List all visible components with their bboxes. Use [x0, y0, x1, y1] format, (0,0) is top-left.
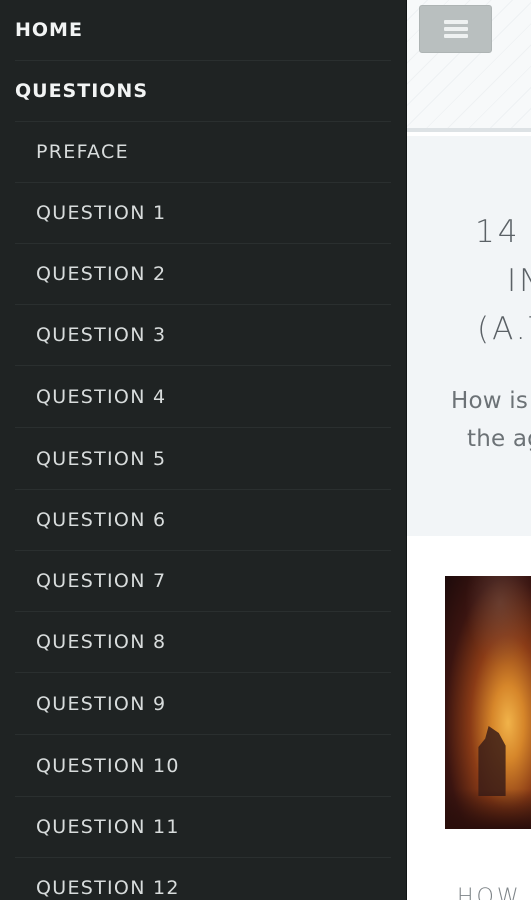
top-bar — [407, 0, 531, 132]
app-root: HOME QUESTIONS PREFACE QUESTION 1 QUESTI… — [0, 0, 531, 900]
nav-item-question-7[interactable]: QUESTION 7 — [15, 551, 391, 612]
nav-item-label: QUESTION 12 — [36, 877, 180, 899]
nav-item-label: QUESTION 11 — [36, 816, 180, 838]
nav-item-preface[interactable]: PREFACE — [15, 122, 391, 183]
menu-toggle-button[interactable] — [419, 5, 492, 53]
nav-item-label: QUESTION 10 — [36, 755, 180, 777]
nav-item-label: QUESTION 1 — [36, 202, 167, 224]
nav-home[interactable]: HOME — [15, 0, 391, 61]
nav-item-label: QUESTION 4 — [36, 386, 167, 408]
nav-item-question-1[interactable]: QUESTION 1 — [15, 183, 391, 244]
nav-item-question-2[interactable]: QUESTION 2 — [15, 244, 391, 305]
nav-item-label: QUESTION 6 — [36, 509, 167, 531]
nav-item-label: QUESTION 5 — [36, 448, 167, 470]
hero-title-line-1: 14 Q — [475, 214, 531, 250]
nav-item-question-4[interactable]: QUESTION 4 — [15, 367, 391, 428]
nav-questions-label: QUESTIONS — [15, 80, 149, 102]
nav-item-question-5[interactable]: QUESTION 5 — [15, 429, 391, 490]
nav-item-label: QUESTION 3 — [36, 324, 167, 346]
nav-item-question-12[interactable]: QUESTION 12 — [15, 858, 391, 900]
hero-title-line-3: (A.T — [477, 311, 531, 347]
nav-item-question-11[interactable]: QUESTION 11 — [15, 797, 391, 858]
nav-item-label: PREFACE — [36, 141, 129, 163]
section-heading: HOW — [457, 885, 522, 900]
main-content: 14 Q IN (A.T How is the ag HOW — [407, 0, 531, 900]
nav-home-label: HOME — [15, 19, 83, 41]
nav-item-question-10[interactable]: QUESTION 10 — [15, 736, 391, 797]
nav-questions[interactable]: QUESTIONS — [15, 61, 391, 122]
nav-item-question-6[interactable]: QUESTION 6 — [15, 490, 391, 551]
hero-description-line-1: How is — [451, 388, 529, 414]
hero-section: 14 Q IN (A.T How is the ag — [407, 136, 531, 536]
featured-image[interactable] — [445, 576, 531, 829]
nav-item-label: QUESTION 8 — [36, 631, 167, 653]
nav-item-question-9[interactable]: QUESTION 9 — [15, 674, 391, 735]
hamburger-menu-icon — [443, 20, 468, 38]
nav-item-label: QUESTION 7 — [36, 570, 167, 592]
nav-item-question-8[interactable]: QUESTION 8 — [15, 612, 391, 673]
hero-description-line-2: the ag — [467, 426, 531, 452]
nav-item-label: QUESTION 2 — [36, 263, 167, 285]
nav-item-label: QUESTION 9 — [36, 693, 167, 715]
hero-title-line-2: IN — [507, 263, 531, 299]
nav-item-question-3[interactable]: QUESTION 3 — [15, 305, 391, 366]
sidebar-drawer: HOME QUESTIONS PREFACE QUESTION 1 QUESTI… — [0, 0, 407, 900]
